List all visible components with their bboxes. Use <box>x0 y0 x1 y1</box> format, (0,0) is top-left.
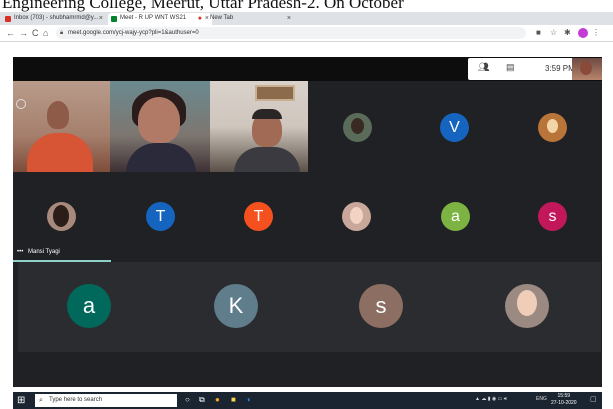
participant-avatar[interactable]: V <box>440 113 469 142</box>
chat-icon[interactable]: ▤ <box>506 62 515 73</box>
participant-avatar[interactable]: a <box>441 202 470 231</box>
edge-icon[interactable]: ◐ <box>247 395 252 404</box>
video-tile-1[interactable] <box>13 81 110 172</box>
self-view-face <box>580 61 592 75</box>
speaker-name-tag: ••• Mansi Tyagi <box>17 249 60 255</box>
back-icon[interactable]: ← <box>6 28 15 38</box>
gmail-icon <box>5 16 11 22</box>
search-icon: ⌕ <box>39 397 43 404</box>
star-icon[interactable]: ☆ <box>550 28 557 37</box>
participant-avatar[interactable]: s <box>359 284 403 328</box>
participant-avatar-photo[interactable] <box>343 113 372 142</box>
browser-tab-bar: Inbox (703) - shubhamrmd@y... × Meet - R… <box>0 12 613 34</box>
self-view-thumbnail[interactable] <box>572 58 602 80</box>
search-placeholder: Type here to search <box>49 397 103 403</box>
tab-meet[interactable]: Meet - R UP WNT WS21 ● × <box>108 13 212 25</box>
participant-grid-bottom: a K s <box>18 262 601 352</box>
clock-time: 15:59 <box>557 393 571 399</box>
task-view-icon[interactable]: ⧉ <box>199 395 205 405</box>
tab-label: Meet - R UP WNT WS21 <box>120 15 187 21</box>
participant-avatar[interactable]: T <box>244 202 273 231</box>
participant-head <box>47 101 69 129</box>
windows-start-icon[interactable]: ⊞ <box>17 395 25 406</box>
participant-avatar[interactable]: T <box>146 202 175 231</box>
clock-date: 27-10-2020 <box>551 400 577 406</box>
home-icon[interactable]: ⌂ <box>43 28 48 38</box>
extension-icon[interactable]: ✱ <box>564 28 571 37</box>
video-tile-3[interactable] <box>210 81 308 172</box>
camera-ring-icon <box>16 99 26 109</box>
address-bar-row: ← → C ⌂ 🔒︎ meet.google.com/ycj-wajy-ycp?… <box>0 25 613 42</box>
participant-avatar-photo[interactable] <box>47 202 76 231</box>
taskbar-clock[interactable]: 15:59 27-10-2020 <box>551 393 577 407</box>
meet-top-bar: 👥︎ ▤ 3:59 PM <box>13 57 602 81</box>
meet-clock: 3:59 PM <box>545 64 575 73</box>
participant-avatar-photo[interactable] <box>342 202 371 231</box>
participant-grid: V T T a s ••• Mansi Tyagi <box>13 81 602 281</box>
windows-taskbar: ⊞ ⌕ Type here to search ○ ⧉ ● ■ ◐ ▲ ☁ ▮ … <box>13 392 602 409</box>
participant-avatar[interactable]: K <box>214 284 258 328</box>
lock-icon: 🔒︎ <box>60 30 64 36</box>
meet-info-box: 👥︎ ▤ 3:59 PM <box>468 58 602 80</box>
language-indicator[interactable]: ENG <box>536 396 547 402</box>
banner-text: Engineering College, Meerut, Uttar Prade… <box>2 0 404 12</box>
speaker-name: Mansi Tyagi <box>27 249 60 255</box>
wall-frame <box>255 85 295 101</box>
menu-icon[interactable]: ⋮ <box>592 28 600 37</box>
participant-avatar-photo[interactable] <box>538 113 567 142</box>
participant-body <box>126 143 196 172</box>
url-field[interactable]: 🔒︎ meet.google.com/ycj-wajy-ycp?pli=1&au… <box>56 27 526 39</box>
url-text: meet.google.com/ycj-wajy-ycp?pli=1&authu… <box>68 30 199 36</box>
profile-avatar[interactable] <box>578 28 588 38</box>
meet-icon <box>111 16 117 22</box>
system-tray-icons[interactable]: ▲ ☁ ▮ ◉ ▭ 🔊︎ <box>475 396 507 402</box>
file-explorer-icon[interactable]: ■ <box>231 395 236 404</box>
participant-body <box>234 147 300 172</box>
close-tab-icon[interactable]: × <box>99 13 103 24</box>
tab-inbox[interactable]: Inbox (703) - shubhamrmd@y... × <box>2 13 106 25</box>
camera-icon[interactable]: ■ <box>536 28 541 37</box>
document-banner: Engineering College, Meerut, Uttar Prade… <box>0 0 613 12</box>
taskbar-search[interactable]: ⌕ Type here to search <box>35 394 177 407</box>
participant-head <box>138 97 180 143</box>
video-tile-2[interactable] <box>110 81 210 172</box>
participant-body <box>27 133 93 172</box>
participant-avatar-photo[interactable] <box>505 284 549 328</box>
tab-newtab[interactable]: New Tab × <box>198 13 294 25</box>
people-icon[interactable]: 👥︎ <box>478 62 489 73</box>
tab-label: Inbox (703) - shubhamrmd@y... <box>14 15 99 21</box>
more-options-icon[interactable]: ••• <box>17 249 23 255</box>
participant-avatar[interactable]: a <box>67 284 111 328</box>
forward-icon[interactable]: → <box>19 28 28 38</box>
meet-window: 👥︎ ▤ 3:59 PM V T T a s ••• Mansi Tyagi a… <box>13 57 602 387</box>
reload-icon[interactable]: C <box>32 28 39 38</box>
close-tab-icon[interactable]: × <box>287 13 291 24</box>
chrome-taskbar-icon[interactable]: ● <box>215 395 220 404</box>
tab-label: New Tab <box>210 15 234 21</box>
participant-hair <box>252 109 282 119</box>
cortana-icon[interactable]: ○ <box>185 395 190 404</box>
notifications-icon[interactable]: ▢ <box>590 395 597 403</box>
participant-avatar[interactable]: s <box>538 202 567 231</box>
